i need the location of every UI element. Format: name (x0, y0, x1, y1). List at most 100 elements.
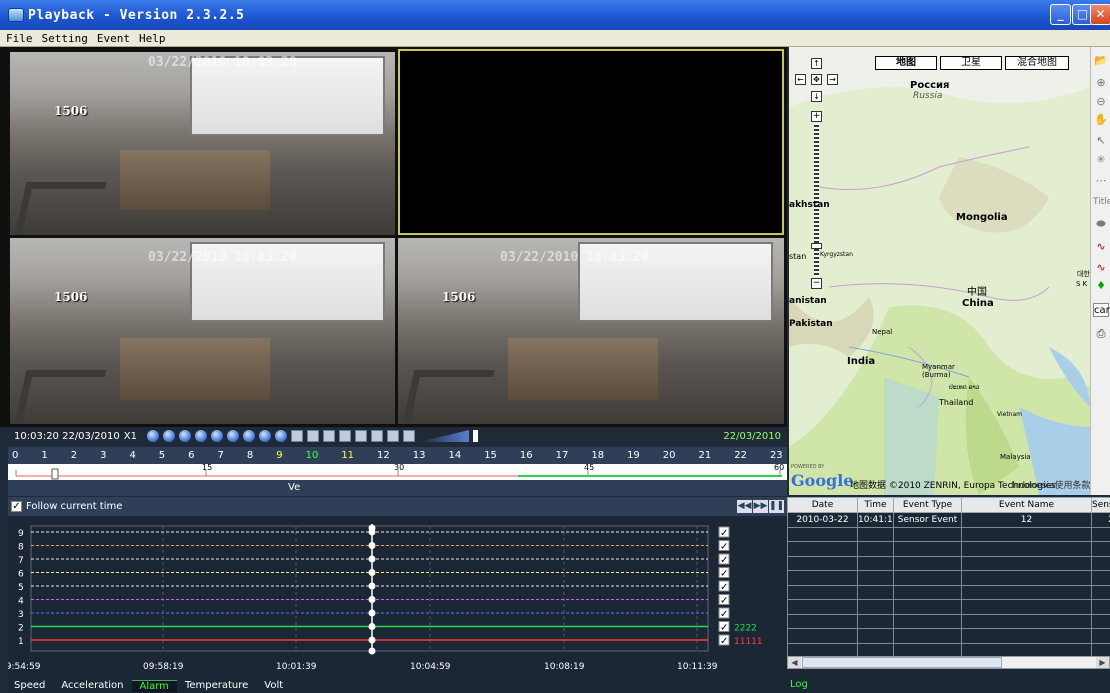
table-row[interactable] (787, 584, 1110, 600)
tab-log[interactable]: Log (790, 679, 808, 690)
zoom-out-tool-icon[interactable]: ⊖ (1093, 95, 1109, 109)
forward-graph-button[interactable]: ▶▶ (753, 500, 768, 513)
hour-label[interactable]: 2 (71, 450, 77, 461)
zoom-in-icon[interactable]: + (811, 111, 822, 122)
step-back-icon[interactable] (210, 430, 223, 442)
prev-icon[interactable] (242, 430, 255, 442)
table-row[interactable] (787, 526, 1110, 542)
camera-view-2[interactable] (398, 49, 784, 235)
menu-setting[interactable]: Setting (42, 32, 88, 45)
volume-icon[interactable] (402, 430, 415, 442)
cut-icon[interactable] (386, 430, 399, 442)
zoom-out-icon[interactable]: − (811, 278, 822, 289)
hour-label[interactable]: 8 (247, 450, 253, 461)
table-row[interactable] (787, 541, 1110, 557)
map-type-hybrid[interactable]: 混合地图 (1005, 56, 1069, 70)
minute-track[interactable]: 15 30 45 60 (8, 463, 787, 480)
select-arrow-icon[interactable]: ↖ (1093, 134, 1109, 148)
hour-label[interactable]: 16 (520, 450, 533, 461)
menu-help[interactable]: Help (139, 32, 166, 45)
car-tool[interactable]: car (1093, 303, 1110, 317)
map-type-map[interactable]: 地图 (875, 56, 937, 70)
time-marker[interactable] (51, 468, 59, 480)
table-row[interactable] (787, 613, 1110, 629)
minute-track-svg[interactable]: 15 30 45 60 (8, 463, 787, 480)
col-event-name[interactable]: Event Name (961, 497, 1092, 513)
hour-label[interactable]: 1 (41, 450, 47, 461)
camera-view-1[interactable]: 03/22/2010 10:03:20 1506 (10, 52, 395, 235)
rewind-icon[interactable] (162, 430, 175, 442)
hour-label[interactable]: 23 (770, 450, 783, 461)
ruler-icon[interactable]: ⋯ (1093, 174, 1109, 188)
scroll-right-icon[interactable]: ▶ (1096, 657, 1109, 668)
track-red-icon[interactable]: ∿ (1093, 261, 1109, 275)
marker-icon[interactable]: ♦ (1093, 279, 1109, 293)
hour-label[interactable]: 11 (341, 450, 354, 461)
hour-label[interactable]: 15 (484, 450, 497, 461)
zoom-icon[interactable] (322, 430, 335, 442)
pan-hand-icon[interactable]: ✋ (1093, 113, 1109, 127)
hour-label[interactable]: 6 (188, 450, 194, 461)
tab-acceleration[interactable]: Acceleration (53, 680, 131, 691)
col-time[interactable]: Time (857, 497, 894, 513)
open-folder-icon[interactable]: 📂 (1093, 54, 1109, 68)
hour-label[interactable]: 19 (627, 450, 640, 461)
hour-label[interactable]: 13 (413, 450, 426, 461)
menu-file[interactable]: File (6, 32, 33, 45)
zoom-thumb[interactable] (811, 243, 822, 249)
map-view[interactable]: 地图 卫星 混合地图 ↑ ← ✥ → ↓ + − Россия Russia M… (789, 47, 1090, 495)
hour-label[interactable]: 3 (100, 450, 106, 461)
camera-view-3[interactable]: 03/22/2010 10:03:20 1506 (10, 238, 395, 424)
map-type-satellite[interactable]: 卫星 (940, 56, 1002, 70)
volume-thumb[interactable] (472, 430, 478, 442)
snapshot-icon[interactable] (306, 430, 319, 442)
hour-label[interactable]: 9 (276, 450, 282, 461)
minimize-button[interactable]: _ (1050, 4, 1071, 25)
table-row[interactable] (787, 628, 1110, 644)
hour-label[interactable]: 21 (699, 450, 712, 461)
col-sensor-num[interactable]: Sensor_Nu (1091, 497, 1110, 513)
print-icon[interactable]: ⎙ (1093, 327, 1109, 341)
close-button[interactable]: ✕ (1090, 4, 1110, 25)
col-date[interactable]: Date (787, 497, 858, 513)
map-terms-link[interactable]: Indonesia使用条款 (1011, 478, 1090, 491)
menu-event[interactable]: Event (97, 32, 130, 45)
zoom-in-tool-icon[interactable]: ⊕ (1093, 76, 1109, 90)
hour-label[interactable]: 17 (556, 450, 569, 461)
pan-up-icon[interactable]: ↑ (811, 58, 822, 69)
slow-icon[interactable] (226, 430, 239, 442)
pan-center-icon[interactable]: ✥ (811, 74, 822, 85)
hour-label[interactable]: 12 (377, 450, 390, 461)
volume-slider[interactable] (418, 430, 469, 442)
hour-ruler[interactable]: 0 1 2 3 4 5 6 7 8 9 10 11 12 13 14 15 16… (8, 447, 787, 464)
table-row[interactable]: 2010-03-22 10:41:10 Sensor Event 12 2 (787, 512, 1110, 528)
search-icon[interactable] (354, 430, 367, 442)
follow-checkbox[interactable]: ✓ (11, 501, 22, 512)
measure-icon[interactable]: ✳ (1093, 153, 1109, 167)
hour-label[interactable]: 22 (734, 450, 747, 461)
hour-label[interactable]: 0 (12, 450, 18, 461)
pause-graph-button[interactable]: ❚❚ (769, 500, 784, 513)
track-line-icon[interactable]: ∿ (1093, 240, 1109, 254)
hour-label[interactable]: 7 (218, 450, 224, 461)
title-tool[interactable]: Title (1093, 195, 1110, 209)
play-icon[interactable] (258, 430, 271, 442)
layout-icon[interactable] (370, 430, 383, 442)
export-icon[interactable] (290, 430, 303, 442)
pan-left-icon[interactable]: ← (795, 74, 806, 85)
tab-speed[interactable]: Speed (8, 680, 53, 691)
google-logo[interactable]: Google (791, 471, 853, 490)
scroll-thumb[interactable] (802, 657, 1002, 668)
table-row[interactable] (787, 555, 1110, 571)
pan-right-icon[interactable]: → (827, 74, 838, 85)
table-row[interactable] (787, 570, 1110, 586)
timeline-tab-label[interactable]: Ve (288, 482, 300, 493)
hour-label[interactable]: 4 (129, 450, 135, 461)
eject-icon[interactable] (146, 430, 159, 442)
hour-label[interactable]: 18 (591, 450, 604, 461)
tab-volt[interactable]: Volt (256, 680, 291, 691)
camera-view-4[interactable]: 03/22/2010 10:03:20 1506 (398, 238, 784, 424)
hour-label[interactable]: 5 (159, 450, 165, 461)
pan-down-icon[interactable]: ↓ (811, 91, 822, 102)
display-icon[interactable] (338, 430, 351, 442)
